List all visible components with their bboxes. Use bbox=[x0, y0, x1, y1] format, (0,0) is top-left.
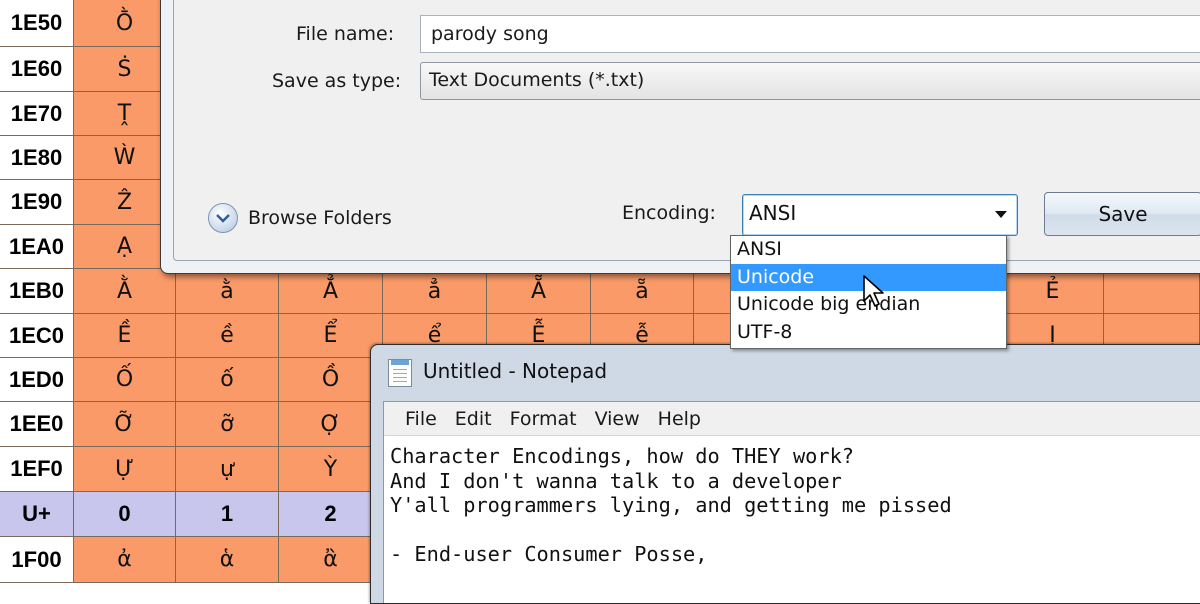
table-row-header: 1EF0 bbox=[0, 447, 74, 492]
character-cell[interactable]: ἁ bbox=[176, 537, 279, 583]
menu-format[interactable]: Format bbox=[503, 408, 584, 430]
mouse-pointer-icon bbox=[863, 275, 884, 307]
character-cell[interactable]: ề bbox=[176, 314, 279, 358]
notepad-client-area: File Edit Format View Help Character Encodin… bbox=[383, 401, 1200, 603]
table-row-header: 1EC0 bbox=[0, 314, 74, 358]
character-cell[interactable]: Ẻ bbox=[1002, 269, 1104, 314]
column-index-cell[interactable]: 1 bbox=[176, 492, 279, 537]
text-editor-area[interactable]: Character Encodings, how do THEY work? An… bbox=[390, 444, 1200, 567]
character-cell[interactable]: ἀ bbox=[74, 537, 176, 583]
table-row-header: 1E80 bbox=[0, 136, 74, 180]
character-cell[interactable]: Ẳ bbox=[279, 269, 383, 314]
character-cell[interactable]: Ỡ bbox=[74, 402, 176, 447]
character-cell[interactable]: ẳ bbox=[383, 269, 487, 314]
text-line: And I don't wanna talk to a developer bbox=[390, 468, 842, 493]
menu-view[interactable]: View bbox=[588, 408, 647, 430]
character-cell[interactable]: Ỳ bbox=[279, 447, 383, 492]
save-as-type-label: Save as type: bbox=[272, 70, 402, 92]
encoding-option[interactable]: ANSI bbox=[731, 236, 1006, 264]
table-row-header: 1EE0 bbox=[0, 402, 74, 447]
save-as-dialog: File name: Save as type: Text Documents … bbox=[160, 0, 1200, 274]
table-row-header: 1EB0 bbox=[0, 269, 74, 314]
column-index-cell[interactable]: 2 bbox=[279, 492, 383, 537]
browse-folders-label: Browse Folders bbox=[248, 207, 392, 229]
table-row-header: 1E50 bbox=[0, 0, 74, 47]
character-cell[interactable]: ằ bbox=[176, 269, 279, 314]
character-cell[interactable]: Ằ bbox=[74, 269, 176, 314]
character-cell[interactable]: ố bbox=[176, 358, 279, 402]
save-as-type-select[interactable]: Text Documents (*.txt) bbox=[420, 62, 1200, 100]
file-name-input[interactable] bbox=[420, 15, 1200, 53]
table-row-header: 1E90 bbox=[0, 180, 74, 225]
menu-file[interactable]: File bbox=[398, 408, 444, 430]
character-cell[interactable]: Ợ bbox=[279, 402, 383, 447]
encoding-option[interactable]: UTF-8 bbox=[731, 319, 1006, 347]
dropdown-arrow-icon bbox=[995, 211, 1007, 218]
text-line: - End-user Consumer Posse, bbox=[390, 542, 708, 566]
character-cell[interactable]: Ể bbox=[279, 314, 383, 358]
chevron-down-icon bbox=[208, 203, 238, 233]
character-cell[interactable]: Ố bbox=[74, 358, 176, 402]
character-cell[interactable]: Ồ bbox=[279, 358, 383, 402]
character-cell[interactable]: Ề bbox=[74, 314, 176, 358]
character-cell[interactable]: ự bbox=[176, 447, 279, 492]
file-name-label: File name: bbox=[296, 23, 395, 45]
character-cell[interactable]: Ự bbox=[74, 447, 176, 492]
column-index-cell[interactable]: 0 bbox=[74, 492, 176, 537]
character-cell[interactable]: ἂ bbox=[279, 537, 383, 583]
menu-help[interactable]: Help bbox=[651, 408, 708, 430]
table-row-header: U+ bbox=[0, 492, 74, 537]
save-as-type-value: Text Documents (*.txt) bbox=[429, 69, 645, 91]
notepad-window: Untitled - Notepad File Edit Format View Hel… bbox=[370, 344, 1200, 604]
browse-folders-toggle[interactable]: Browse Folders bbox=[208, 200, 392, 236]
text-line bbox=[390, 518, 1200, 543]
character-cell[interactable]: Ẵ bbox=[487, 269, 591, 314]
character-cell[interactable] bbox=[1104, 269, 1200, 314]
encoding-value: ANSI bbox=[749, 201, 797, 225]
window-title: Untitled - Notepad bbox=[423, 359, 608, 383]
table-row-header: 1EA0 bbox=[0, 225, 74, 269]
encoding-select[interactable]: ANSI bbox=[742, 194, 1018, 236]
text-line: Character Encodings, how do THEY work? bbox=[390, 444, 854, 468]
notepad-icon bbox=[388, 359, 412, 387]
save-button[interactable]: Save bbox=[1044, 192, 1200, 236]
character-cell[interactable]: ỡ bbox=[176, 402, 279, 447]
table-row-header: 1ED0 bbox=[0, 358, 74, 402]
table-row-header: 1E60 bbox=[0, 47, 74, 92]
menu-bar: File Edit Format View Help bbox=[384, 402, 1200, 436]
character-cell[interactable]: ẵ bbox=[591, 269, 694, 314]
menu-edit[interactable]: Edit bbox=[448, 408, 499, 430]
save-dialog-body: File name: Save as type: Text Documents … bbox=[173, 0, 1200, 261]
table-row-header: 1F00 bbox=[0, 537, 74, 583]
encoding-label: Encoding: bbox=[622, 202, 716, 224]
table-row-header: 1E70 bbox=[0, 92, 74, 136]
text-line: Y'all programmers lying, and getting me … bbox=[390, 493, 952, 517]
